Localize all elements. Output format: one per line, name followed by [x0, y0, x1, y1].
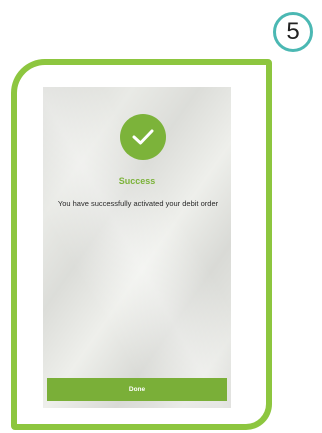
success-message: You have successfully activated your deb…	[57, 199, 219, 208]
success-checkmark-icon	[120, 114, 166, 160]
step-number-badge: 5	[273, 12, 313, 52]
checkmark-icon	[132, 129, 154, 145]
success-title: Success	[118, 176, 156, 186]
phone-screen-photo: Success You have successfully activated …	[43, 87, 231, 408]
done-button[interactable]: Done	[47, 378, 227, 401]
instruction-figure: 5 Success You have successfully activate…	[0, 0, 322, 433]
